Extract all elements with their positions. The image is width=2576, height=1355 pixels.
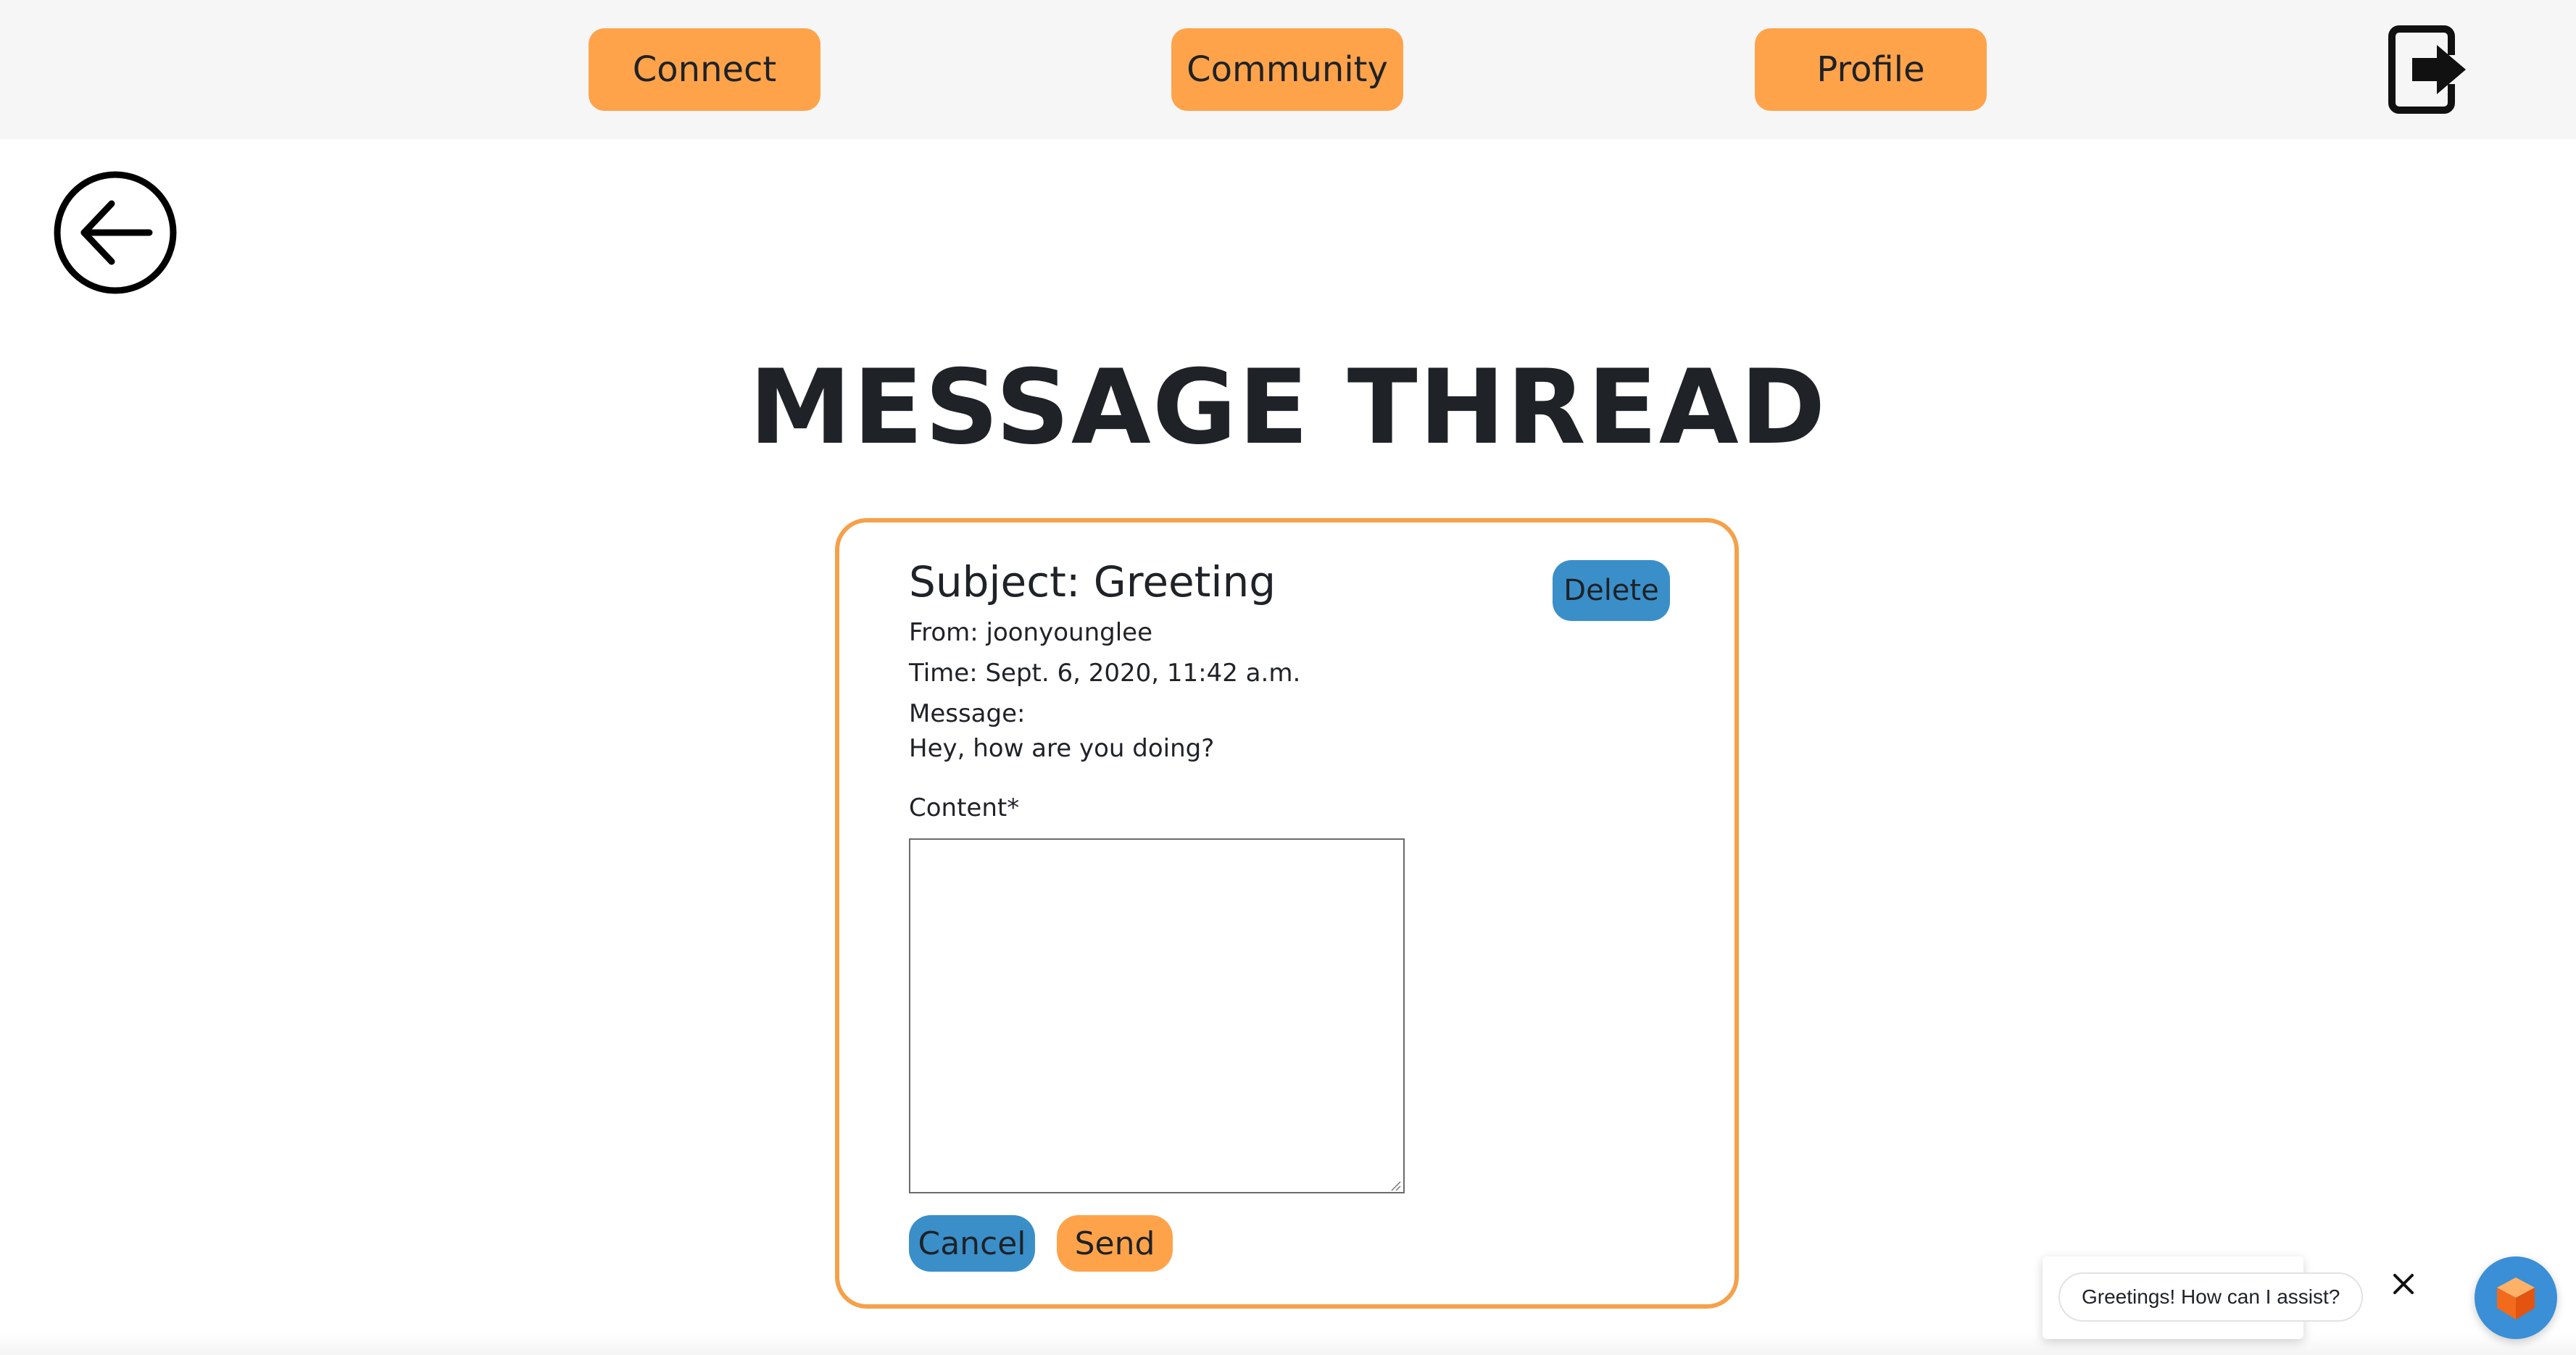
close-icon[interactable] bbox=[2389, 1269, 2418, 1298]
send-button[interactable]: Send bbox=[1057, 1215, 1173, 1272]
message-thread-card: Subject: Greeting Delete From: joonyoung… bbox=[835, 518, 1739, 1309]
page-title: MESSAGE THREAD bbox=[749, 348, 1827, 467]
cube-icon bbox=[2497, 1277, 2535, 1319]
profile-nav-button[interactable]: Profile bbox=[1755, 28, 1987, 111]
content-label: Content* bbox=[909, 793, 1020, 822]
message-label: Message: bbox=[909, 699, 1026, 728]
content-textarea[interactable] bbox=[909, 838, 1405, 1193]
chat-greeting-popup: Greetings! How can I assist? bbox=[2043, 1256, 2364, 1339]
cancel-button[interactable]: Cancel bbox=[909, 1215, 1035, 1272]
resize-grip-icon[interactable] bbox=[1389, 1179, 1402, 1192]
message-time: Time: Sept. 6, 2020, 11:42 a.m. bbox=[909, 659, 1301, 688]
back-arrow-icon[interactable] bbox=[52, 170, 178, 296]
message-from: From: joonyounglee bbox=[909, 618, 1152, 647]
connect-nav-button[interactable]: Connect bbox=[589, 28, 820, 111]
delete-button[interactable]: Delete bbox=[1553, 560, 1670, 621]
message-body: Hey, how are you doing? bbox=[909, 734, 1215, 763]
top-navigation-bar: Connect Community Profile bbox=[0, 0, 2576, 139]
logout-icon[interactable] bbox=[2385, 22, 2472, 117]
chat-launcher-button[interactable] bbox=[2475, 1256, 2557, 1339]
message-subject: Subject: Greeting bbox=[909, 557, 1276, 606]
community-nav-button[interactable]: Community bbox=[1171, 28, 1403, 111]
chat-greeting-bubble[interactable]: Greetings! How can I assist? bbox=[2058, 1272, 2364, 1322]
